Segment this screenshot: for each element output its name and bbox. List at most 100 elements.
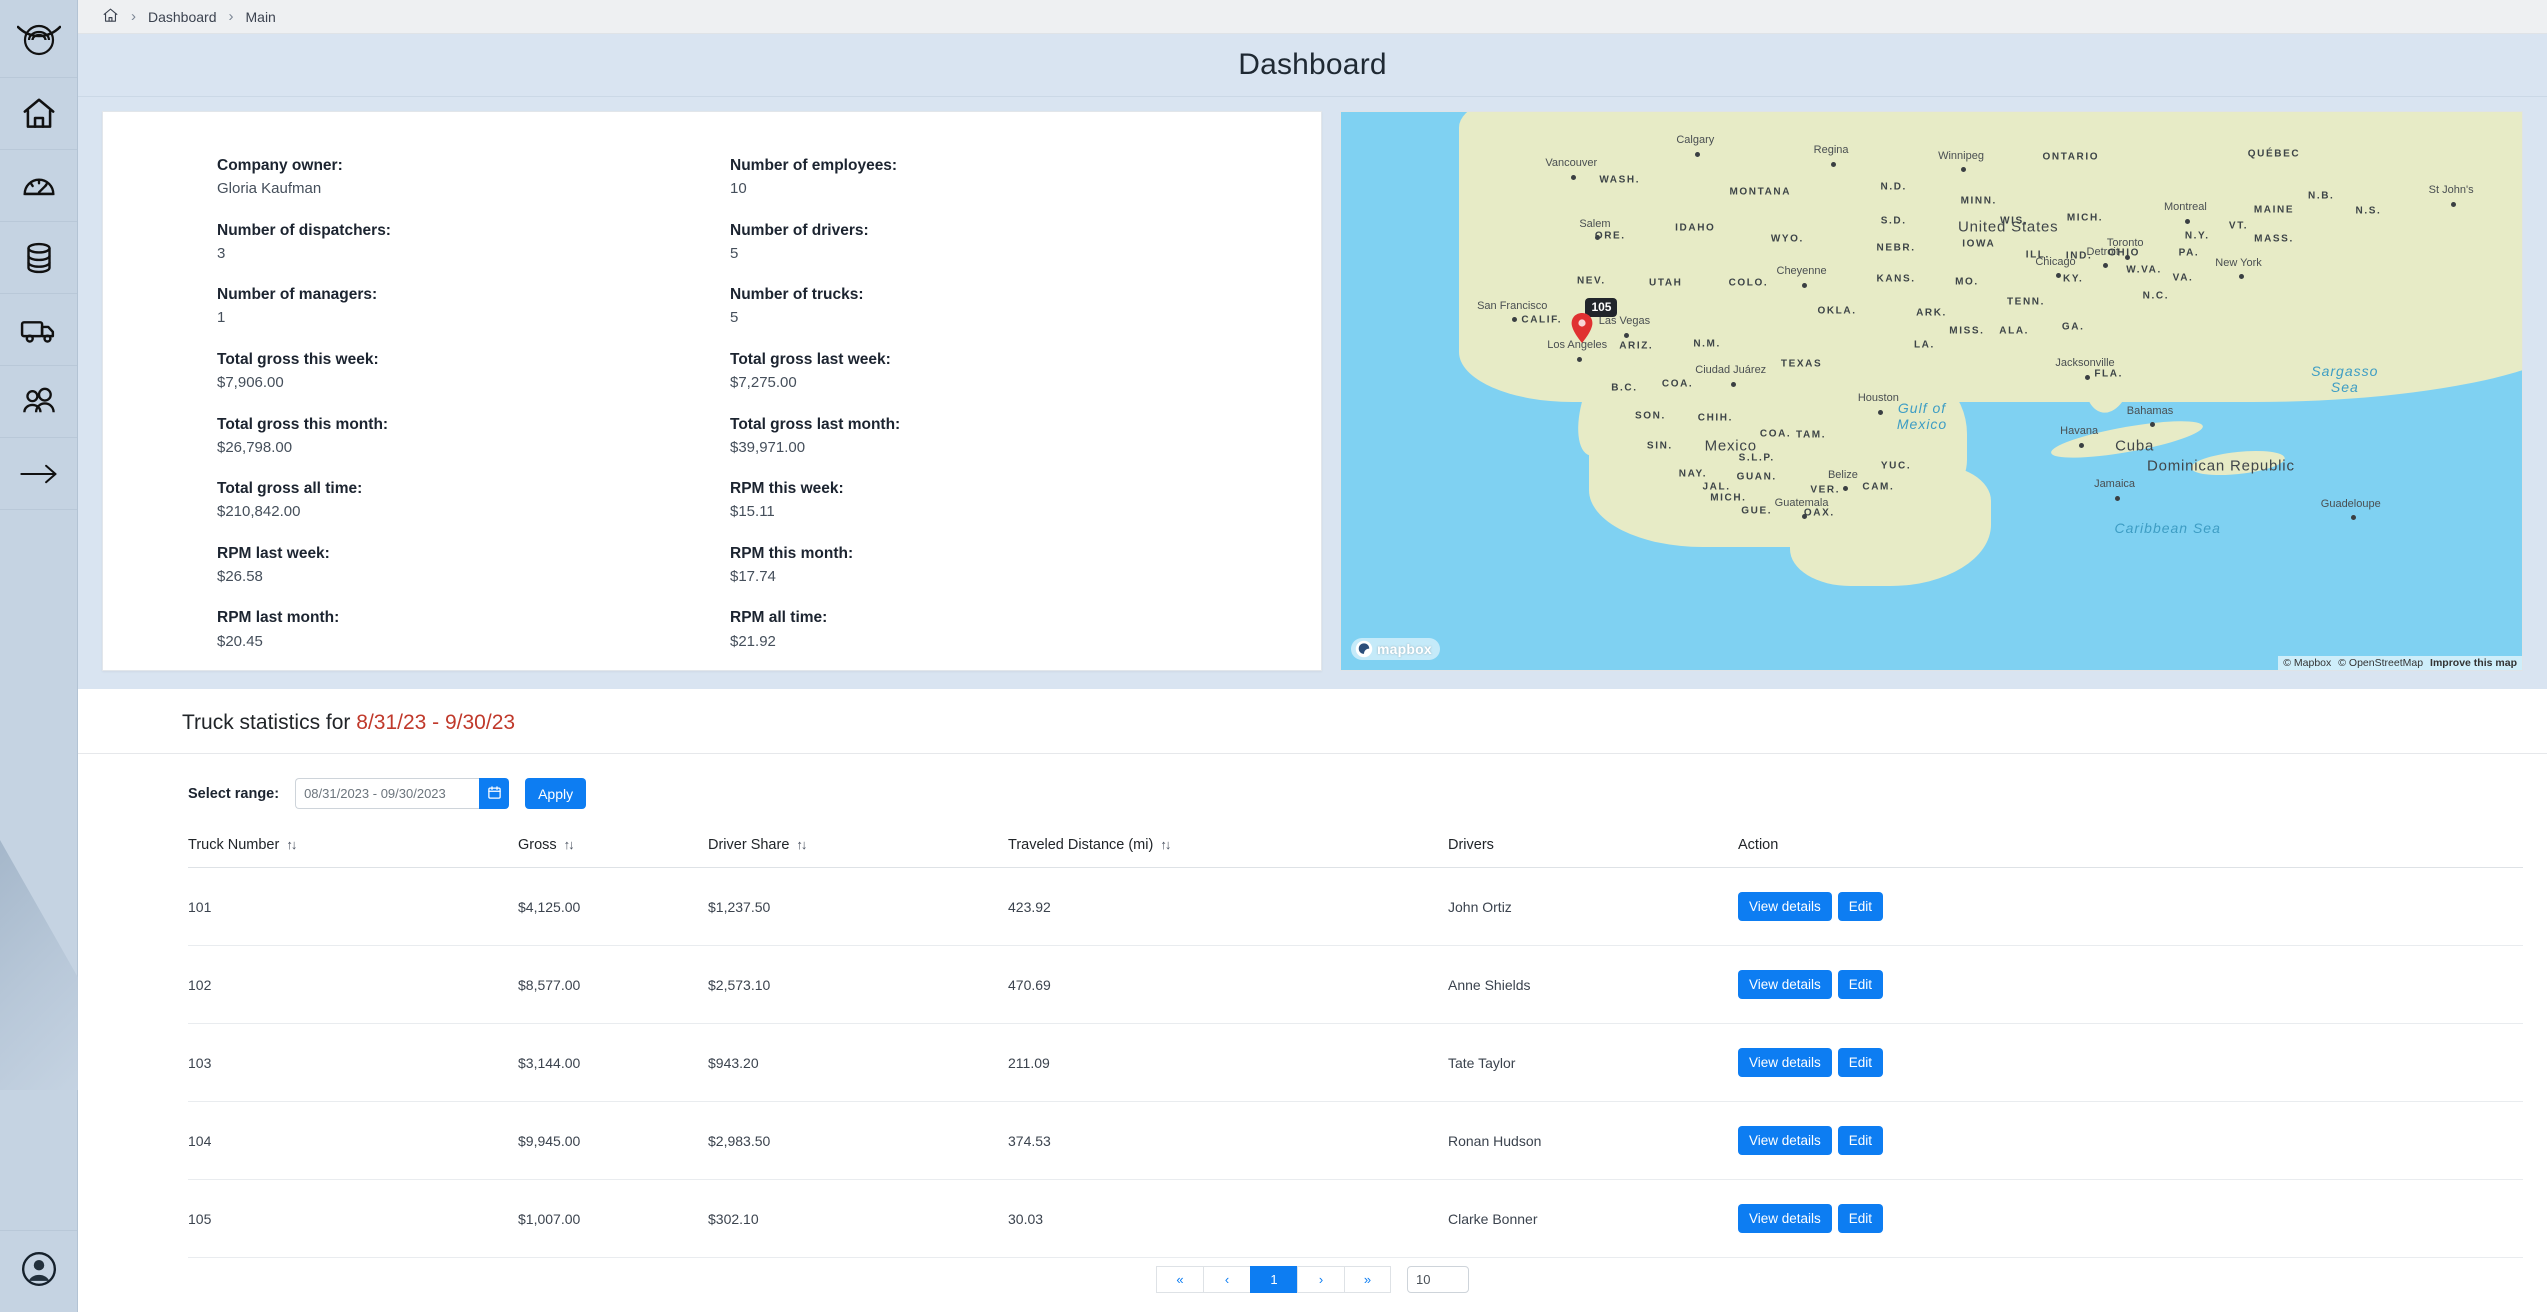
pagination-page[interactable]: ‹ [1203,1266,1250,1293]
edit-button[interactable]: Edit [1838,1126,1883,1155]
truck-icon [19,310,59,350]
sidebar-item-trucks[interactable] [0,294,77,366]
company-stat-label: Number of trucks: [730,285,1297,305]
view-details-button[interactable]: View details [1738,1204,1832,1233]
date-range-input-group: 08/31/2023 - 09/30/2023 [295,778,509,809]
sidebar-item-users[interactable] [0,366,77,438]
map-region-label: N.M. [1693,338,1721,349]
cell-gross: $4,125.00 [518,868,708,946]
company-stat-value: 5 [730,307,1297,330]
map-region-label: W.VA. [2126,264,2162,275]
view-details-button[interactable]: View details [1738,1048,1832,1077]
map-region-label: N.C. [2143,291,2169,302]
pagination-page[interactable]: › [1297,1266,1344,1293]
attribution-mapbox[interactable]: © Mapbox [2283,657,2331,669]
edit-button[interactable]: Edit [1838,892,1883,921]
map-attribution[interactable]: © Mapbox © OpenStreetMap Improve this ma… [2278,656,2522,670]
attribution-improve-link[interactable]: Improve this map [2430,657,2517,669]
calendar-button[interactable] [479,778,509,809]
company-stat: Number of trucks:5 [730,285,1297,330]
sidebar-item-account[interactable] [0,1230,77,1312]
view-details-button[interactable]: View details [1738,1126,1832,1155]
map-region-label: UTAH [1649,278,1682,289]
pagination-page[interactable]: » [1344,1266,1391,1293]
company-stat: RPM this month:$17.74 [730,544,1297,589]
map-region-label: MAINE [2254,204,2294,215]
date-range-input[interactable]: 08/31/2023 - 09/30/2023 [295,778,479,809]
cell-truck-number: 102 [188,946,518,1024]
map-city-label: Montreal [2164,201,2207,213]
column-header-traveled-distance[interactable]: Traveled Distance (mi)↑↓ [1008,831,1448,868]
apply-button[interactable]: Apply [525,778,586,809]
map-region-label: NEBR. [1877,242,1916,253]
map-region-label: COLO. [1729,278,1769,289]
column-header-gross[interactable]: Gross ↑↓ [518,831,708,868]
map-region-label: MICH. [1710,493,1746,504]
cell-driver: Clarke Bonner [1448,1180,1738,1258]
breadcrumb-item-main[interactable]: Main [246,9,276,25]
company-stat-label: Number of employees: [730,156,1297,176]
map-sea-label: Sargasso Sea [2311,363,2378,395]
attribution-osm[interactable]: © OpenStreetMap [2338,657,2423,669]
company-stat-value: $21.92 [730,631,1297,654]
map-country-label: Cuba [2115,437,2154,454]
mapbox-logo[interactable]: mapbox [1351,638,1440,660]
map-city-label: Cheyenne [1777,265,1827,277]
company-stat: Number of dispatchers:3 [217,221,712,266]
sidebar-item-logo[interactable] [0,0,77,78]
map-sea-label: Caribbean Sea [2114,520,2220,536]
company-stat: Company owner:Gloria Kaufman [217,156,712,201]
map-region-label: N.S. [2356,206,2382,217]
view-details-button[interactable]: View details [1738,970,1832,999]
breadcrumb-separator: › [229,8,234,25]
map-city-label: Salem [1579,218,1610,230]
pagination-page[interactable]: 1 [1250,1266,1297,1293]
column-label: Gross [518,837,557,853]
cell-gross: $8,577.00 [518,946,708,1024]
cell-driver-share: $943.20 [708,1024,1008,1102]
company-stat-value: 1 [217,307,712,330]
home-icon[interactable] [102,7,119,27]
sidebar-item-dashboard[interactable] [0,150,77,222]
sidebar-item-database[interactable] [0,222,77,294]
pagination-page[interactable]: « [1156,1266,1203,1293]
truck-statistics-section: Truck statistics for 8/31/23 - 9/30/23 S… [78,689,2547,1312]
sort-arrows-icon[interactable]: ↑↓ [564,837,573,852]
map-region-label: GUE. [1741,505,1772,516]
sort-arrows-icon[interactable]: ↑↓ [796,837,805,852]
sort-arrows-icon[interactable]: ↑↓ [286,837,295,852]
breadcrumb-item-dashboard[interactable]: Dashboard [148,9,217,25]
edit-button[interactable]: Edit [1838,1048,1883,1077]
gauge-icon [20,167,58,205]
map-city-dot [1695,152,1700,157]
map-marker-pin[interactable] [1571,313,1593,348]
sidebar-item-expand[interactable] [0,438,77,510]
users-icon [20,383,58,421]
company-stat-value: 3 [217,243,712,266]
map-canvas[interactable]: CalgaryReginaWinnipegVancouverTorontoMon… [1341,112,2522,670]
company-logo-icon [17,19,61,59]
map-city-label: Jacksonville [2055,357,2114,369]
fleet-map[interactable]: CalgaryReginaWinnipegVancouverTorontoMon… [1340,111,2523,671]
table-head: Truck Number↑↓ Gross ↑↓ Driver Share↑↓ Tr… [188,831,2523,868]
map-region-label: MISS. [1949,326,1984,337]
column-header-truck-number[interactable]: Truck Number↑↓ [188,831,518,868]
page-size-select[interactable]: 10 [1407,1266,1469,1293]
map-city-label: Vancouver [1545,157,1597,169]
map-region-label: JAL. [1703,481,1731,492]
company-info-grid: Company owner:Gloria Kaufman Number of di… [103,156,1321,673]
company-stat: Total gross last week:$7,275.00 [730,350,1297,395]
column-header-driver-share[interactable]: Driver Share↑↓ [708,831,1008,868]
main-area: › Dashboard › Main Dashboard Company own… [78,0,2547,1312]
map-region-label: CAM. [1862,481,1894,492]
view-details-button[interactable]: View details [1738,892,1832,921]
map-region-label: COA. [1662,378,1693,389]
edit-button[interactable]: Edit [1838,970,1883,999]
cell-driver: Tate Taylor [1448,1024,1738,1102]
table-row: 105$1,007.00$302.1030.03Clarke BonnerVie… [188,1180,2523,1258]
cell-truck-number: 103 [188,1024,518,1102]
cell-truck-number: 104 [188,1102,518,1180]
sidebar-item-home[interactable] [0,78,77,150]
sort-arrows-icon[interactable]: ↑↓ [1160,837,1169,852]
edit-button[interactable]: Edit [1838,1204,1883,1233]
